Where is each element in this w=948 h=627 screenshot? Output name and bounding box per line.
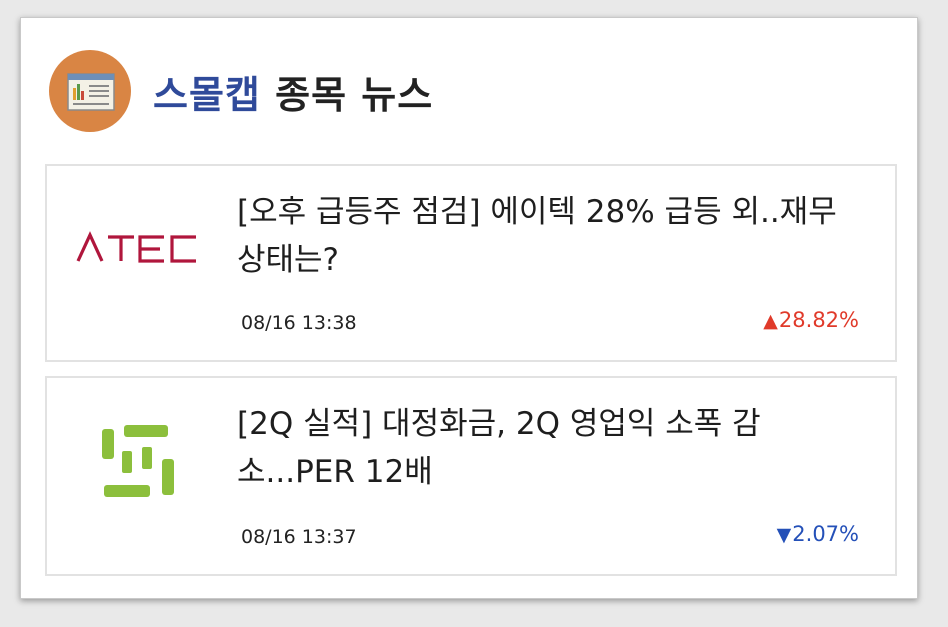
price-change-value: 2.07% xyxy=(792,522,859,546)
news-item[interactable]: [오후 급등주 점검] 에이텍 28% 급등 외..재무 상태는? 08/16 … xyxy=(45,164,897,362)
down-arrow-icon: ▼ xyxy=(776,524,792,546)
company-logo-daejung xyxy=(75,416,201,506)
price-change-up: ▲28.82% xyxy=(763,308,859,332)
news-headline[interactable]: [오후 급등주 점검] 에이텍 28% 급등 외..재무 상태는? xyxy=(237,188,837,284)
news-widget: 스몰캡 종목 뉴스 [오후 급등주 점검] 에이텍 28% 급등 외..재무 상… xyxy=(20,17,918,599)
price-change-value: 28.82% xyxy=(778,308,859,332)
widget-title-rest: 종목 뉴스 xyxy=(260,72,434,117)
news-timestamp: 08/16 13:38 xyxy=(241,312,357,334)
newspaper-icon xyxy=(49,50,131,132)
company-logo-atec xyxy=(75,204,201,294)
news-timestamp: 08/16 13:37 xyxy=(241,526,357,548)
up-arrow-icon: ▲ xyxy=(763,310,778,332)
news-headline[interactable]: [2Q 실적] 대정화금, 2Q 영업익 소폭 감소...PER 12배 xyxy=(237,400,837,496)
news-item[interactable]: [2Q 실적] 대정화금, 2Q 영업익 소폭 감소...PER 12배 08/… xyxy=(45,376,897,576)
widget-header: 스몰캡 종목 뉴스 xyxy=(49,48,433,134)
widget-title-accent: 스몰캡 xyxy=(153,72,261,117)
price-change-down: ▼2.07% xyxy=(777,522,859,546)
widget-title: 스몰캡 종목 뉴스 xyxy=(153,64,433,119)
